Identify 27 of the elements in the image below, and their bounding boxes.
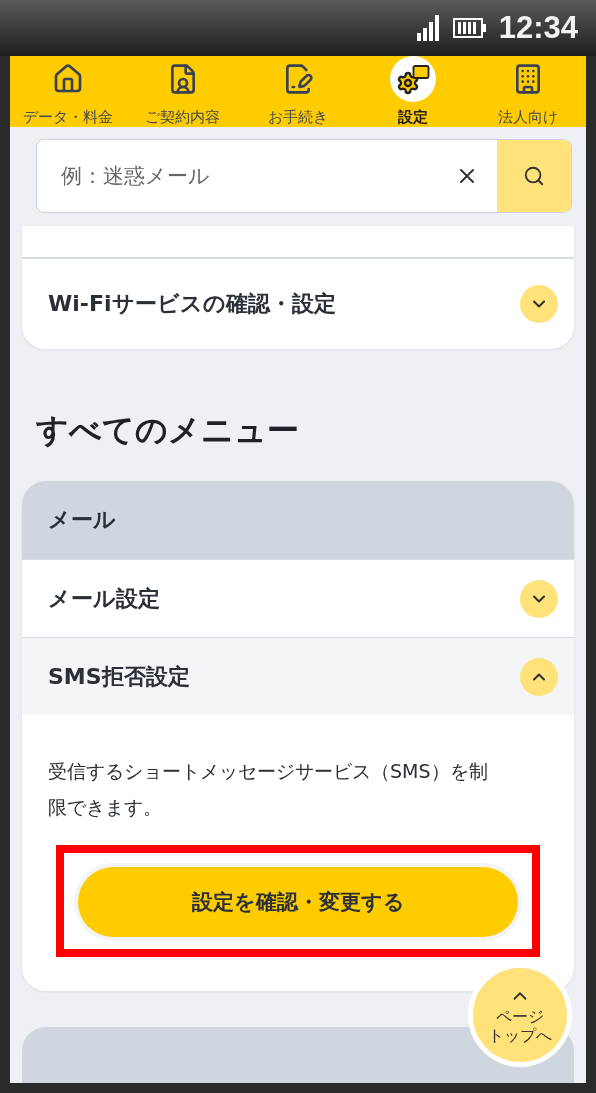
page-top-label: ページ xyxy=(496,1007,544,1026)
gear-envelope-icon xyxy=(396,63,431,95)
battery-icon xyxy=(452,18,487,38)
expand-icon[interactable] xyxy=(520,579,558,618)
description-text: 受信するショートメッセージサービス（SMS）を制限できます。 xyxy=(48,759,489,820)
search-bar[interactable]: 例：迷惑メール xyxy=(36,139,572,213)
search-button[interactable] xyxy=(497,140,571,212)
nav-tab[interactable]: お手続き xyxy=(240,56,356,127)
search-icon xyxy=(523,165,545,187)
nav-tab[interactable]: ご契約内容 xyxy=(125,56,241,127)
signal-icon xyxy=(416,15,441,41)
page-top-label: トップへ xyxy=(488,1026,552,1045)
expand-icon[interactable] xyxy=(520,285,558,323)
nav-tab[interactable]: データ・料金 xyxy=(10,56,126,127)
menu-row[interactable]: Wi-Fiサービスの確認・設定 xyxy=(22,258,574,349)
menu-row-label: メール設定 xyxy=(48,584,160,613)
search-field[interactable]: 例：迷惑メール xyxy=(37,140,437,212)
nav-tab[interactable]: 設定 xyxy=(355,56,471,127)
category-header: メール xyxy=(22,481,574,559)
clock-time: 12:34 xyxy=(498,10,578,46)
collapse-icon[interactable] xyxy=(520,657,558,696)
menu-row[interactable]: SMS拒否設定 xyxy=(22,637,574,715)
menu-row-label: Wi-Fiサービスの確認・設定 xyxy=(48,290,336,318)
section-title: すべてのメニュー xyxy=(36,410,300,451)
menu-row[interactable]: メール設定 xyxy=(22,559,574,637)
nav-tab[interactable]: 法人向け xyxy=(470,56,586,127)
menu-row-label: SMS拒否設定 xyxy=(48,662,190,691)
